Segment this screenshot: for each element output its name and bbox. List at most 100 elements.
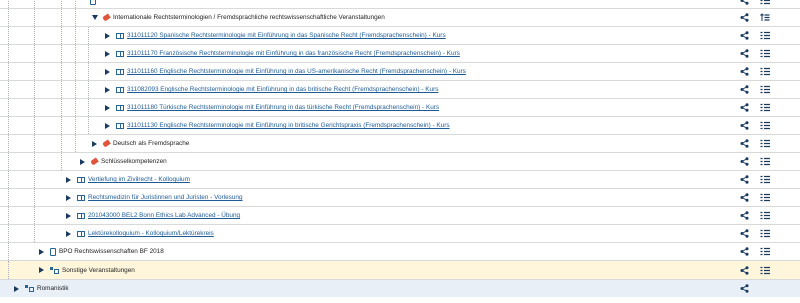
tree-guide-line (61, 117, 62, 134)
details-list-icon[interactable] (760, 99, 770, 116)
tree-guide-line (88, 45, 89, 62)
tree-node: Schlüsselkompetenzen (78, 153, 167, 170)
expand-toggle-icon[interactable] (64, 211, 73, 220)
details-list-icon[interactable] (760, 117, 770, 134)
expand-toggle-icon[interactable] (64, 175, 73, 184)
share-icon[interactable] (740, 81, 749, 98)
expand-toggle-icon[interactable] (37, 266, 46, 275)
details-list-icon[interactable] (760, 207, 770, 224)
course-link[interactable]: 311011180 Türkische Rechtsterminologie m… (127, 104, 439, 111)
share-icon[interactable] (740, 153, 749, 170)
course-link[interactable]: Rechtsmedizin für Juristinnen und Jurist… (88, 194, 243, 201)
tree-row[interactable]: Deutsch als Fremdsprache (0, 134, 800, 152)
tree-guide-line (34, 225, 35, 242)
share-icon[interactable] (740, 45, 749, 62)
course-link[interactable]: 311011160 Englische Rechtsterminologie m… (127, 68, 466, 75)
tree-guide-line (8, 243, 9, 260)
expand-toggle-icon[interactable] (37, 247, 46, 256)
expand-toggle-icon[interactable] (103, 67, 112, 76)
details-list-icon[interactable] (760, 0, 770, 8)
share-icon[interactable] (740, 280, 749, 297)
tree-row[interactable]: Vertiefung im Zivilrecht - Kolloquium (0, 170, 800, 188)
tree-row[interactable]: Sonstige Veranstaltungen (0, 260, 800, 279)
tree-guide-line (34, 81, 35, 98)
tree-row[interactable]: Internationale Rechtsterminologien / Fre… (0, 8, 800, 26)
tree-guide-line (8, 153, 9, 170)
tree-row[interactable]: 201043000 BEL2 Bonn Ethics Lab Advanced … (0, 206, 800, 224)
expand-toggle-icon[interactable] (12, 284, 21, 293)
details-list-icon[interactable] (760, 243, 770, 260)
share-icon[interactable] (740, 135, 749, 152)
course-link[interactable]: 311011120 Spanische Rechtsterminologie m… (127, 32, 446, 39)
details-list-icon[interactable] (760, 225, 770, 242)
tree-row[interactable]: 311011160 Englische Rechtsterminologie m… (0, 62, 800, 80)
share-icon[interactable] (740, 117, 749, 134)
tree-node: Deutsch als Fremdsprache (90, 135, 189, 152)
tree-node: 201043000 BEL2 Bonn Ethics Lab Advanced … (64, 207, 240, 224)
tree-row[interactable]: 311011180 Türkische Rechtsterminologie m… (0, 98, 800, 116)
tree-row[interactable]: Schlüsselkompetenzen (0, 152, 800, 170)
tree-row[interactable]: Rechtsmedizin für Juristinnen und Jurist… (0, 188, 800, 206)
course-link[interactable]: 311082093 Englische Rechtsterminologie m… (127, 86, 438, 93)
details-list-icon[interactable] (760, 153, 770, 170)
course-link[interactable]: 311011130 Englische Rechtsterminologie m… (127, 122, 450, 129)
document-icon (50, 247, 56, 256)
collapse-toggle-icon[interactable] (90, 13, 99, 22)
tree-node: BPO Rechtswissenschaften BF 2018 (37, 243, 164, 260)
sort-list-icon[interactable] (760, 9, 770, 26)
share-icon[interactable] (740, 0, 749, 8)
share-icon[interactable] (740, 225, 749, 242)
details-list-icon[interactable] (760, 27, 770, 44)
expand-toggle-icon[interactable] (103, 85, 112, 94)
expand-toggle-icon[interactable] (78, 157, 87, 166)
course-book-icon (116, 104, 124, 111)
expand-toggle-icon[interactable] (103, 103, 112, 112)
details-list-icon[interactable] (760, 45, 770, 62)
tree-row[interactable]: BPO Rechtswissenschaften BF 2018 (0, 242, 800, 260)
share-icon[interactable] (740, 27, 749, 44)
tree-row[interactable]: 311011130 Englische Rechtsterminologie m… (0, 116, 800, 134)
tree-row[interactable]: 311082093 Englische Rechtsterminologie m… (0, 80, 800, 98)
course-link[interactable]: 311011170 Französische Rechtsterminologi… (127, 50, 460, 57)
course-link[interactable]: 201043000 BEL2 Bonn Ethics Lab Advanced … (88, 212, 240, 219)
tree-guide-line (34, 99, 35, 116)
share-icon[interactable] (740, 207, 749, 224)
course-book-icon (116, 122, 124, 129)
share-icon[interactable] (740, 9, 749, 26)
tree-guide-line (61, 135, 62, 152)
course-book-icon (116, 86, 124, 93)
details-list-icon[interactable] (760, 81, 770, 98)
share-icon[interactable] (740, 189, 749, 206)
share-icon[interactable] (740, 171, 749, 188)
share-icon[interactable] (740, 99, 749, 116)
tree-guide-line (75, 99, 76, 116)
expand-toggle-icon[interactable] (90, 139, 99, 148)
expand-toggle-icon[interactable] (103, 49, 112, 58)
tree-guide-line (61, 99, 62, 116)
details-list-icon[interactable] (760, 261, 770, 279)
tree-row[interactable]: Lektürekolloquium - Kolloquium/Lektürekr… (0, 224, 800, 242)
expand-toggle-icon[interactable] (103, 31, 112, 40)
expand-toggle-icon[interactable] (64, 229, 73, 238)
details-list-icon[interactable] (760, 63, 770, 80)
details-list-icon[interactable] (760, 189, 770, 206)
tree-guide-line (8, 27, 9, 44)
category-tag-icon (102, 139, 111, 148)
tree-row[interactable]: Romanistik (0, 279, 800, 297)
course-link[interactable]: Lektürekolloquium - Kolloquium/Lektürekr… (88, 230, 214, 237)
share-icon[interactable] (740, 243, 749, 260)
tree-node: Rechtsmedizin für Juristinnen und Jurist… (64, 189, 243, 206)
details-list-icon[interactable] (760, 135, 770, 152)
tree-row[interactable] (0, 0, 800, 8)
tree-row[interactable]: 311011170 Französische Rechtsterminologi… (0, 44, 800, 62)
tree-guide-line (34, 171, 35, 188)
share-icon[interactable] (740, 63, 749, 80)
expand-toggle-icon[interactable] (103, 121, 112, 130)
course-link[interactable]: Vertiefung im Zivilrecht - Kolloquium (88, 176, 190, 183)
tree-row[interactable]: 311011120 Spanische Rechtsterminologie m… (0, 26, 800, 44)
share-icon[interactable] (740, 261, 749, 279)
details-list-icon[interactable] (760, 171, 770, 188)
tree-guide-line (61, 0, 62, 8)
tree-guide-line (34, 45, 35, 62)
expand-toggle-icon[interactable] (64, 193, 73, 202)
